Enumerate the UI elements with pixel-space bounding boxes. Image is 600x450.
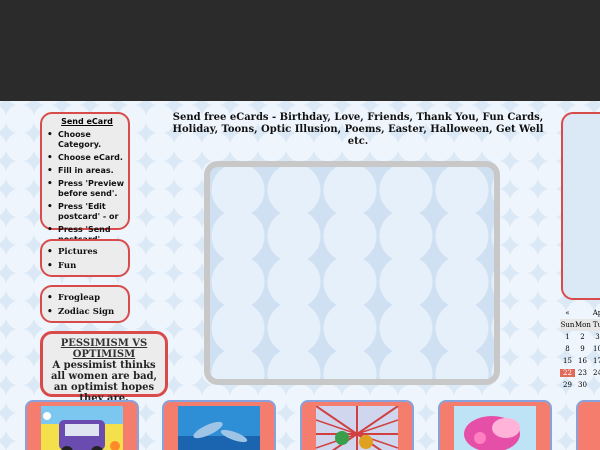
calendar-day-today[interactable]: 22 xyxy=(560,369,575,377)
pink-flowers-image xyxy=(454,406,536,450)
calendar-week: 1 2 3 xyxy=(560,331,600,343)
calendar: « Ap Sun Mon Tu 1 2 3 8 9 10 15 16 17 22… xyxy=(560,307,600,391)
weekday-label: Tu xyxy=(592,321,600,329)
weekday-label: Sun xyxy=(560,321,575,329)
calendar-day[interactable]: 10 xyxy=(590,345,600,353)
calendar-week: 22 23 24 xyxy=(560,367,600,379)
send-ecard-panel: Send eCard Choose Category. Choose eCard… xyxy=(40,112,130,244)
ecard-thumbnail-dolphins[interactable] xyxy=(162,400,276,450)
calendar-day[interactable]: 8 xyxy=(560,345,575,353)
ecard-thumbnail-pink-flowers[interactable] xyxy=(438,400,552,450)
menu-panel-a: Pictures Fun xyxy=(40,239,130,277)
calendar-day[interactable]: 23 xyxy=(575,369,590,377)
send-ecard-title[interactable]: Send eCard xyxy=(44,117,124,126)
calendar-day[interactable]: 29 xyxy=(560,381,575,389)
pessimism-panel: PESSIMISM VS OPTIMISM A pessimist thinks… xyxy=(40,331,168,404)
ecard-thumbnail-partial[interactable] xyxy=(576,400,600,450)
calendar-header: « Ap xyxy=(560,307,600,319)
calendar-day[interactable]: 3 xyxy=(590,333,600,341)
pessimism-text: A pessimist thinks all women are bad, an… xyxy=(50,360,158,404)
calendar-day[interactable]: 16 xyxy=(575,357,590,365)
menu-item-zodiac-sign[interactable]: Zodiac Sign xyxy=(44,307,124,317)
calendar-day[interactable]: 30 xyxy=(575,381,590,389)
menu-panel-b: Frogleap Zodiac Sign xyxy=(40,285,130,323)
cartoon-car-image xyxy=(41,406,123,450)
ecard-preview-frame xyxy=(204,161,500,385)
menu-item-frogleap[interactable]: Frogleap xyxy=(44,293,124,303)
weekday-label: Mon xyxy=(575,321,591,329)
calendar-weekdays: Sun Mon Tu xyxy=(560,319,600,331)
dolphins-image xyxy=(178,406,260,450)
calendar-day[interactable]: 24 xyxy=(590,369,600,377)
calendar-day[interactable]: 17 xyxy=(590,357,600,365)
calendar-week: 8 9 10 xyxy=(560,343,600,355)
calendar-week: 15 16 17 xyxy=(560,355,600,367)
ecard-thumbnail-i-love-you[interactable] xyxy=(300,400,414,450)
calendar-week: 29 30 xyxy=(560,379,600,391)
steps-list: Choose Category. Choose eCard. Fill in a… xyxy=(44,130,124,245)
i-love-you-image xyxy=(316,406,398,450)
menu-item-pictures[interactable]: Pictures xyxy=(44,247,124,257)
ecard-thumbnail-cartoon-car[interactable] xyxy=(25,400,139,450)
pessimism-title: PESSIMISM VS OPTIMISM xyxy=(60,338,148,360)
step-item: Press 'Preview before send'. xyxy=(44,179,124,199)
calendar-day[interactable]: 9 xyxy=(575,345,590,353)
right-panel xyxy=(561,112,600,300)
step-item: Choose Category. xyxy=(44,130,124,150)
menu-item-fun[interactable]: Fun xyxy=(44,261,124,271)
calendar-prev[interactable]: « xyxy=(560,309,575,317)
page-headline: Send free eCards - Birthday, Love, Frien… xyxy=(172,112,544,147)
calendar-day[interactable]: 15 xyxy=(560,357,575,365)
calendar-month: Ap xyxy=(592,309,600,317)
calendar-day[interactable]: 2 xyxy=(575,333,590,341)
step-item: Press 'Edit postcard' - or xyxy=(44,202,124,222)
page-stage: Send free eCards - Birthday, Love, Frien… xyxy=(0,101,600,450)
step-item: Choose eCard. xyxy=(44,153,124,163)
calendar-day[interactable]: 1 xyxy=(560,333,575,341)
step-item: Fill in areas. xyxy=(44,166,124,176)
